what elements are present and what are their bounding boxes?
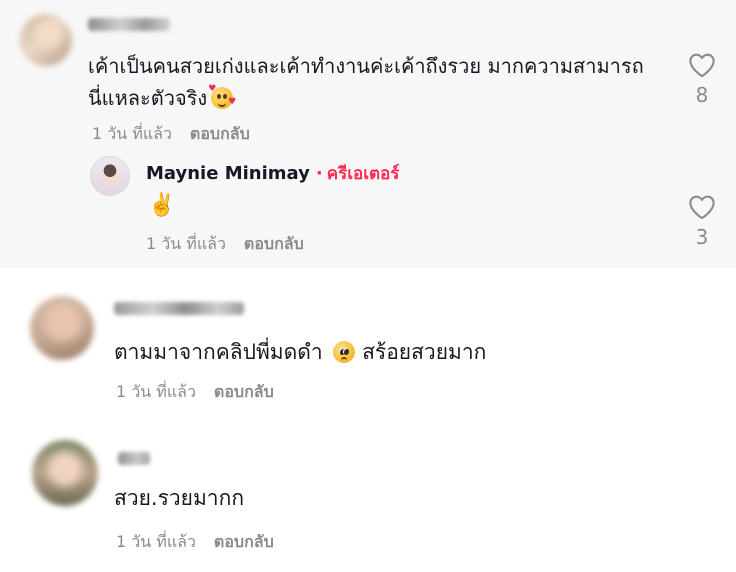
- reply-button[interactable]: ตอบกลับ: [214, 530, 274, 555]
- comment-text: เค้าเป็นคนสวยเก่งและเค้าทำงานค่ะเค้าถึงร…: [88, 50, 648, 114]
- comment-time: 1 วัน ที่แล้ว: [116, 532, 196, 551]
- comment-meta: 1 วัน ที่แล้ว ตอบกลับ: [116, 380, 274, 405]
- commenter-name-redacted[interactable]: [88, 18, 170, 31]
- creator-badge: ครีเอเตอร์: [326, 164, 400, 184]
- comment-list-background: [0, 268, 736, 572]
- avatar[interactable]: [20, 14, 72, 66]
- smiling-face-with-hearts-icon: ♥ ♥: [208, 84, 237, 109]
- comment-text-body: เค้าเป็นคนสวยเก่งและเค้าทำงานค่ะเค้าถึงร…: [88, 54, 644, 110]
- comment-meta: 1 วัน ที่แล้ว ตอบกลับ: [92, 122, 250, 147]
- reply-time: 1 วัน ที่แล้ว: [146, 234, 226, 253]
- comment-text-before-emoji: ตามมาจากคลิปพี่มดดำ: [114, 340, 323, 364]
- commenter-name-redacted[interactable]: [114, 302, 244, 315]
- reply-header: Maynie Minimay · ครีเอเตอร์: [146, 160, 399, 187]
- like-button[interactable]: 3: [682, 194, 722, 248]
- avatar[interactable]: [32, 440, 98, 506]
- comment-text: ตามมาจากคลิปพี่มดดำ สร้อยสวยมาก: [114, 336, 634, 368]
- heart-outline-icon[interactable]: [688, 52, 716, 78]
- reply-button[interactable]: ตอบกลับ: [244, 232, 304, 257]
- reply-button[interactable]: ตอบกลับ: [214, 380, 274, 405]
- comment-meta: 1 วัน ที่แล้ว ตอบกลับ: [116, 530, 274, 555]
- comment-time: 1 วัน ที่แล้ว: [116, 382, 196, 401]
- separator-dot: ·: [315, 163, 323, 184]
- avatar[interactable]: [30, 296, 94, 360]
- like-count: 8: [695, 83, 709, 107]
- comment-time: 1 วัน ที่แล้ว: [92, 124, 172, 143]
- reply-text: ✌️: [148, 193, 176, 218]
- like-count: 3: [695, 225, 709, 249]
- comment-text: สวย.รวยมากก: [114, 486, 245, 510]
- pleading-face-icon: [333, 341, 356, 363]
- reply-meta: 1 วัน ที่แล้ว ตอบกลับ: [146, 232, 304, 257]
- comment-text-after-emoji: สร้อยสวยมาก: [362, 340, 487, 364]
- creator-name[interactable]: Maynie Minimay: [146, 163, 310, 184]
- reply-button[interactable]: ตอบกลับ: [190, 122, 250, 147]
- heart-outline-icon[interactable]: [688, 194, 716, 220]
- like-button[interactable]: 8: [682, 52, 722, 106]
- creator-avatar[interactable]: [90, 156, 130, 196]
- commenter-name-redacted[interactable]: [118, 452, 150, 465]
